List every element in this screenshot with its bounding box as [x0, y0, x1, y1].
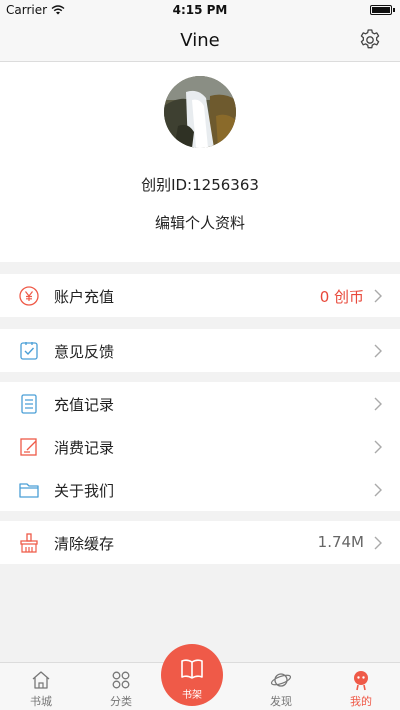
chevron-right-icon: [374, 440, 382, 454]
chevron-right-icon: [374, 536, 382, 550]
menu-label: 充值记录: [54, 396, 115, 414]
edit-profile-link[interactable]: 编辑个人资料: [0, 212, 400, 233]
chevron-right-icon: [374, 289, 382, 303]
chevron-right-icon: [374, 483, 382, 497]
menu-group-feedback: 意见反馈: [0, 329, 400, 372]
home-icon: [32, 671, 50, 689]
chevron-right-icon: [374, 397, 382, 411]
tab-category[interactable]: 分类: [91, 663, 151, 710]
balance-value: 0 创币: [319, 288, 364, 306]
feedback-icon: [20, 342, 38, 360]
yen-coin-icon: [19, 286, 39, 306]
menu-item-recharge-history[interactable]: 充值记录: [0, 382, 400, 425]
tab-label: 发现: [270, 695, 292, 708]
menu-label: 账户充值: [54, 288, 115, 306]
avatar-image: [164, 76, 236, 148]
gear-icon[interactable]: [358, 28, 382, 52]
status-time: 4:15 PM: [172, 3, 228, 17]
folder-icon: [19, 483, 39, 498]
tab-shelf[interactable]: 书架: [161, 644, 223, 706]
cache-size-value: 1.74M: [317, 533, 364, 551]
menu-group-cache: 清除缓存 1.74M: [0, 521, 400, 564]
menu-label: 关于我们: [54, 482, 115, 500]
avatar[interactable]: [164, 76, 236, 148]
menu-label: 消费记录: [54, 439, 115, 457]
status-bar: Carrier 4:15 PM: [0, 0, 400, 20]
menu-item-clear-cache[interactable]: 清除缓存 1.74M: [0, 521, 400, 564]
tab-label: 书架: [182, 690, 202, 701]
menu-item-feedback[interactable]: 意见反馈: [0, 329, 400, 372]
chevron-right-icon: [374, 344, 382, 358]
tab-discover[interactable]: 发现: [251, 663, 311, 710]
list-icon: [21, 394, 37, 414]
profile-section: 创别ID:1256363 编辑个人资料: [0, 62, 400, 262]
menu-item-recharge[interactable]: 账户充值 0 创币: [0, 274, 400, 317]
user-icon: [354, 671, 368, 691]
menu-group-records: 充值记录 消费记录 关于我们: [0, 382, 400, 511]
tab-label: 我的: [350, 695, 372, 708]
page-title: Vine: [180, 30, 220, 51]
tab-bookstore[interactable]: 书城: [11, 663, 71, 710]
planet-icon: [270, 673, 292, 687]
battery-icon: [370, 5, 395, 15]
tab-label: 分类: [110, 695, 132, 708]
nav-bar: Vine: [0, 20, 400, 62]
tab-label: 书城: [30, 695, 52, 708]
menu-label: 清除缓存: [54, 535, 115, 553]
menu-item-consume-history[interactable]: 消费记录: [0, 425, 400, 468]
menu-label: 意见反馈: [54, 343, 115, 361]
broom-icon: [20, 533, 38, 553]
menu-group-recharge: 账户充值 0 创币: [0, 274, 400, 317]
tab-mine[interactable]: 我的: [331, 663, 391, 710]
grid-icon: [112, 671, 130, 689]
edit-icon: [20, 438, 37, 456]
user-id: 创别ID:1256363: [141, 176, 259, 194]
menu-item-about[interactable]: 关于我们: [0, 468, 400, 511]
book-icon: [181, 659, 203, 679]
